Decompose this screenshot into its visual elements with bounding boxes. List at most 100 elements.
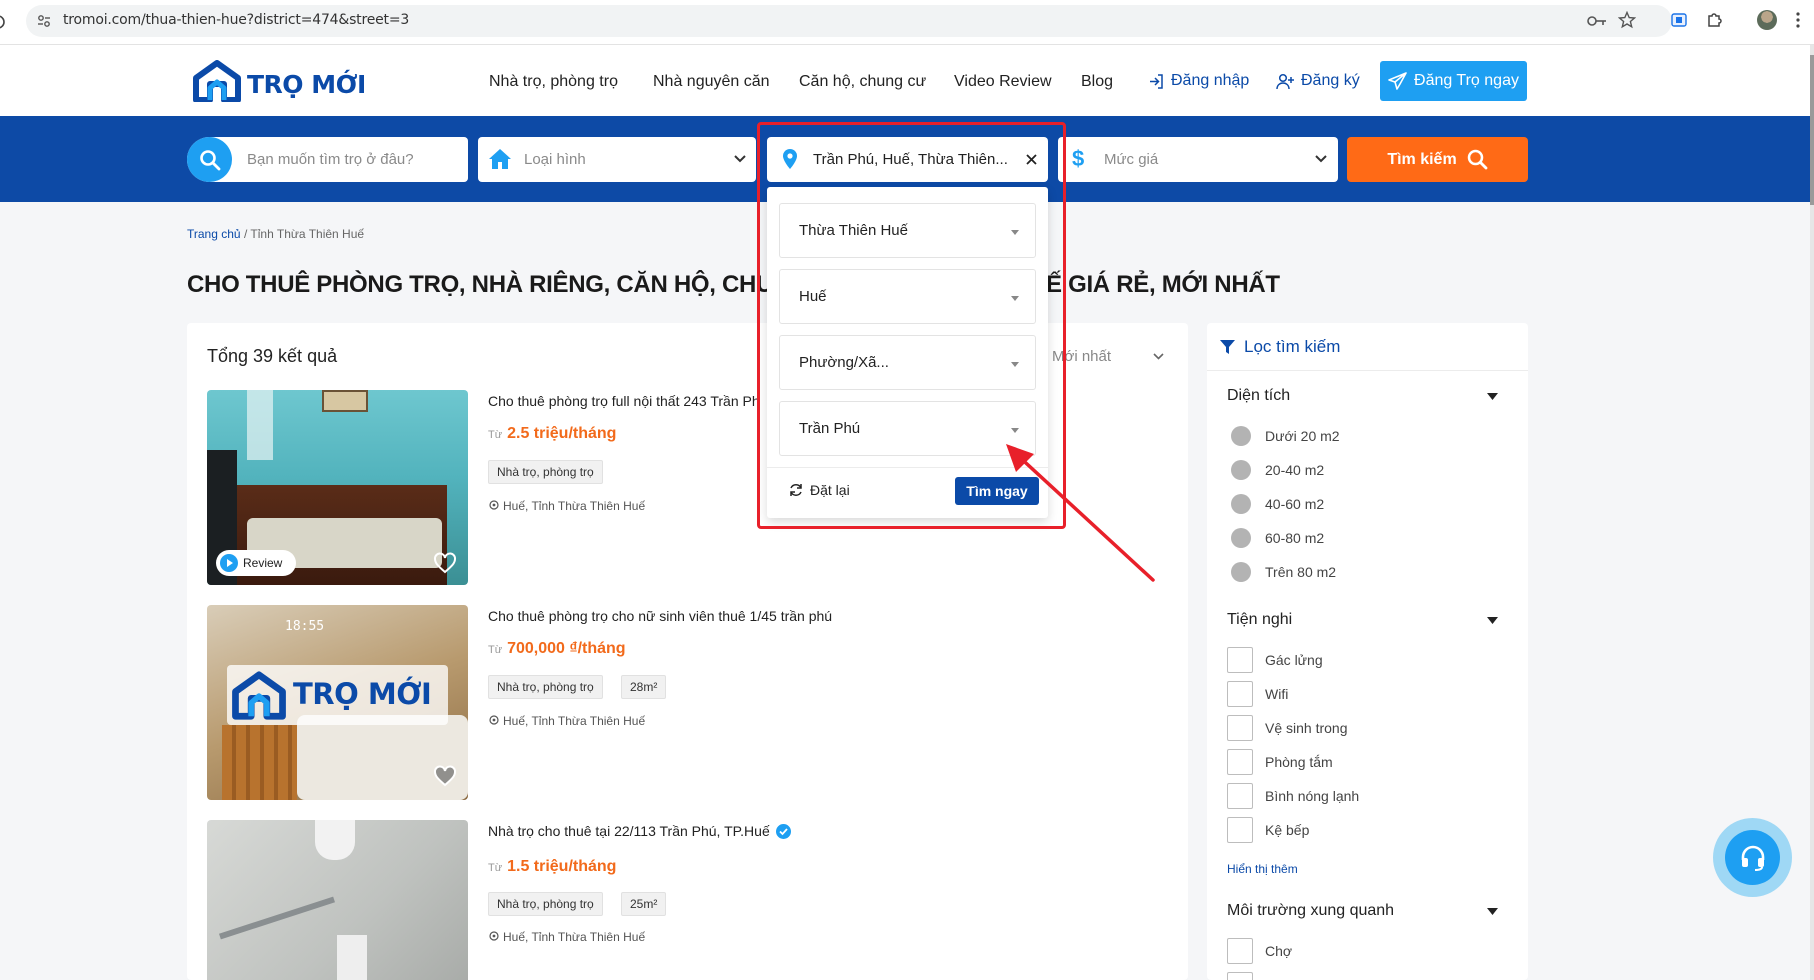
nav-item-whole-house[interactable]: Nhà nguyên căn: [653, 73, 770, 91]
listing-location-text: Huế, Tỉnh Thừa Thiên Huế: [503, 714, 646, 728]
annotation-arrow: [1000, 440, 1160, 585]
extensions-puzzle-icon[interactable]: [1705, 10, 1725, 30]
amenity-option[interactable]: Kệ bếp: [1227, 817, 1309, 843]
filter-section-amenities[interactable]: Tiện nghi: [1227, 611, 1292, 629]
results-count: Tổng 39 kết quả: [207, 346, 338, 366]
nav-item-rooms[interactable]: Nhà trọ, phòng trọ: [489, 73, 618, 91]
listing-location: Huế, Tỉnh Thừa Thiên Huế: [488, 714, 645, 728]
review-badge[interactable]: Review: [216, 550, 296, 576]
environment-option[interactable]: Chợ: [1227, 938, 1292, 964]
nav-item-video-review[interactable]: Video Review: [954, 73, 1052, 91]
review-badge-label: Review: [243, 556, 283, 570]
profile-avatar[interactable]: [1757, 10, 1777, 30]
amenity-checkbox[interactable]: [1227, 681, 1253, 707]
bookmark-star-icon[interactable]: [1618, 11, 1636, 29]
filter-header: Lọc tìm kiếm: [1219, 337, 1340, 357]
site-info-icon[interactable]: [36, 13, 52, 29]
watermark-logo: TRỌ MỚI: [227, 665, 448, 725]
amenity-option-label: Bình nóng lạnh: [1265, 788, 1360, 804]
area-radio[interactable]: [1231, 426, 1251, 446]
amenity-option[interactable]: Gác lửng: [1227, 647, 1323, 673]
area-option[interactable]: 60-80 m2: [1231, 528, 1324, 548]
url-text[interactable]: tromoi.com/thua-thien-hue?district=474&s…: [63, 12, 409, 28]
photo-time: 18:55: [285, 619, 325, 634]
area-radio[interactable]: [1231, 528, 1251, 548]
amenity-option-label: Kệ bếp: [1265, 822, 1310, 838]
nav-item-blog[interactable]: Blog: [1081, 73, 1113, 91]
amenity-checkbox[interactable]: [1227, 749, 1253, 775]
search-icon: [1467, 149, 1488, 170]
area-option[interactable]: Dưới 20 m2: [1231, 426, 1340, 446]
area-radio[interactable]: [1231, 562, 1251, 582]
translate-extension-icon[interactable]: [1670, 11, 1688, 29]
environment-checkbox[interactable]: [1227, 972, 1253, 980]
nav-item-apartment[interactable]: Căn hộ, chung cư: [799, 73, 926, 91]
caret-down-icon[interactable]: [1487, 393, 1498, 400]
keyword-search-input[interactable]: Bạn muốn tìm trọ ở đâu?: [247, 151, 414, 168]
dollar-icon: $: [1072, 146, 1085, 171]
amenity-option[interactable]: Bình nóng lạnh: [1227, 783, 1359, 809]
filter-title: Lọc tìm kiếm: [1244, 337, 1341, 356]
property-type-select[interactable]: Loại hình: [478, 137, 756, 182]
listing-price: 700,000 ₫/tháng: [507, 640, 626, 657]
area-radio[interactable]: [1231, 460, 1251, 480]
listing-title[interactable]: Cho thuê phòng trọ full nội thất 243 Trầ…: [488, 393, 760, 409]
filter-section-environment[interactable]: Môi trường xung quanh: [1227, 902, 1394, 920]
page-scrollbar-thumb[interactable]: [1810, 55, 1814, 205]
amenity-option[interactable]: Phòng tắm: [1227, 749, 1333, 775]
area-option-label: 20-40 m2: [1265, 462, 1325, 478]
post-listing-button[interactable]: Đăng Trọ ngay: [1380, 61, 1527, 101]
favorite-heart-icon[interactable]: [433, 765, 457, 787]
caret-down-icon[interactable]: [1487, 617, 1498, 624]
listing-location-text: Huế, Tỉnh Thừa Thiên Huế: [503, 930, 646, 944]
price-range-select[interactable]: $ Mức giá: [1058, 137, 1338, 182]
reload-icon[interactable]: [0, 12, 10, 32]
add-user-icon: [1276, 73, 1295, 90]
listing-card[interactable]: Nhà trọ cho thuê tại 22/113 Trần Phú, TP…: [207, 820, 1157, 980]
amenity-checkbox[interactable]: [1227, 647, 1253, 673]
amenity-checkbox[interactable]: [1227, 715, 1253, 741]
environment-checkbox[interactable]: [1227, 938, 1253, 964]
register-label: Đăng ký: [1301, 72, 1360, 89]
search-icon: [187, 137, 232, 182]
area-option[interactable]: Trên 80 m2: [1231, 562, 1336, 582]
headset-icon[interactable]: [1725, 830, 1780, 885]
listing-photo[interactable]: [207, 820, 468, 980]
listing-price: 2.5 triệu/tháng: [507, 425, 617, 442]
watermark-text: TRỌ MỚI: [293, 677, 432, 711]
listing-location: Huế, Tỉnh Thừa Thiên Huế: [488, 499, 645, 513]
location-pin-icon: [488, 715, 500, 727]
area-option[interactable]: 20-40 m2: [1231, 460, 1324, 480]
login-link[interactable]: Đăng nhập: [1148, 72, 1249, 90]
search-button[interactable]: Tìm kiếm: [1347, 137, 1528, 182]
logo-text: TRỌ MỚI: [247, 70, 366, 99]
play-icon: [220, 554, 238, 572]
house-logo-icon: [231, 670, 287, 720]
amenity-option-label: Wifi: [1265, 686, 1289, 702]
amenity-checkbox[interactable]: [1227, 817, 1253, 843]
amenity-checkbox[interactable]: [1227, 783, 1253, 809]
amenity-option-label: Vệ sinh trong: [1265, 720, 1348, 736]
price-from-label: Từ: [488, 644, 503, 656]
filter-section-area[interactable]: Diện tích: [1227, 387, 1290, 405]
show-more-link[interactable]: Hiển thị thêm: [1227, 862, 1298, 876]
chevron-down-icon: [1153, 353, 1164, 360]
breadcrumb-home[interactable]: Trang chủ: [187, 227, 241, 241]
keyword-search-box[interactable]: Bạn muốn tìm trọ ở đâu?: [187, 137, 468, 182]
amenity-option[interactable]: Wifi: [1227, 681, 1288, 707]
listing-title[interactable]: Cho thuê phòng trọ cho nữ sinh viên thuê…: [488, 608, 832, 624]
area-radio[interactable]: [1231, 494, 1251, 514]
site-logo[interactable]: TRỌ MỚI: [192, 60, 366, 104]
password-key-icon[interactable]: [1586, 13, 1608, 29]
amenity-option[interactable]: Vệ sinh trong: [1227, 715, 1348, 741]
sort-select[interactable]: Mới nhất: [1052, 346, 1167, 370]
favorite-heart-icon[interactable]: [433, 552, 457, 574]
listing-price-row: Từ 1.5 triệu/tháng: [488, 858, 616, 876]
register-link[interactable]: Đăng ký: [1276, 72, 1360, 90]
listing-title[interactable]: Nhà trọ cho thuê tại 22/113 Trần Phú, TP…: [488, 823, 791, 839]
caret-down-icon[interactable]: [1487, 908, 1498, 915]
browser-menu-icon[interactable]: [1796, 11, 1800, 29]
area-option[interactable]: 40-60 m2: [1231, 494, 1324, 514]
listing-location-text: Huế, Tỉnh Thừa Thiên Huế: [503, 499, 646, 513]
listing-card[interactable]: 18:55 TRỌ MỚI Cho thuê phòng trọ cho nữ …: [207, 605, 1157, 800]
